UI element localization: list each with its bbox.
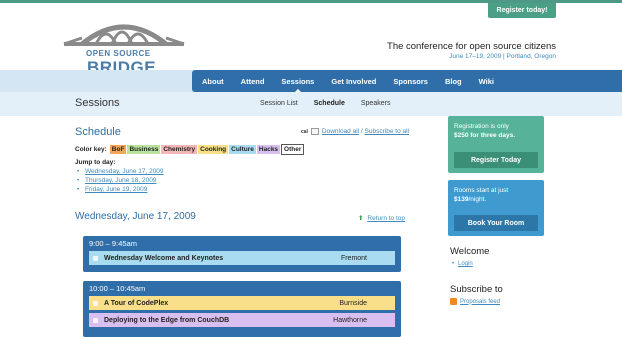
jump-to-day-label: Jump to day:	[75, 159, 116, 166]
color-key-culture: Culture	[229, 145, 256, 154]
color-key-other: Other	[281, 144, 305, 155]
color-key-bof: BoF	[109, 145, 127, 154]
ical-label: cal	[300, 129, 308, 136]
rooms-price: $139	[454, 196, 469, 203]
section-title: Sessions	[75, 97, 120, 109]
bridge-logo-icon	[63, 24, 185, 46]
section-subnav: Session List Schedule Speakers	[260, 100, 406, 107]
color-key: Color key: BoF Business Chemistry Cookin…	[75, 144, 305, 155]
jump-day-thursday[interactable]: Thursday, June 18, 2009	[77, 176, 164, 185]
nav-sessions[interactable]: Sessions	[281, 77, 314, 93]
registration-text: Registration is only $250 for three days…	[454, 122, 538, 140]
color-key-business: Business	[127, 145, 161, 154]
register-today-button[interactable]: Register Today	[454, 152, 538, 168]
registration-text-2: $250 for three days.	[454, 132, 516, 139]
subnav-schedule[interactable]: Schedule	[314, 100, 345, 107]
session-row[interactable]: A Tour of CodePlex Burnside	[89, 296, 395, 310]
session-marker-icon	[93, 317, 98, 323]
session-room: Hawthorne	[333, 316, 367, 324]
return-to-top-link[interactable]: Return to top	[367, 215, 405, 222]
return-to-top[interactable]: ⬆ Return to top	[358, 214, 405, 222]
nav-sponsors[interactable]: Sponsors	[393, 77, 428, 86]
login-link[interactable]: Login	[452, 261, 473, 267]
rooms-text: Rooms start at just $139/night.	[454, 186, 538, 204]
day-heading: Wednesday, June 17, 2009	[75, 211, 196, 222]
proposals-feed-link[interactable]: Proposals feed	[460, 299, 500, 305]
site-tagline: The conference for open source citizens	[387, 41, 556, 52]
jump-to-day-list: Wednesday, June 17, 2009 Thursday, June …	[77, 167, 164, 194]
logo-line-1: OPEN SOURCE	[86, 49, 151, 58]
calendar-icon	[310, 128, 319, 135]
session-title[interactable]: A Tour of CodePlex	[104, 300, 168, 307]
book-your-room-button[interactable]: Book Your Room	[454, 215, 538, 231]
registration-text-1: Registration is only	[454, 123, 509, 130]
color-key-hacks: Hacks	[256, 145, 281, 154]
sidebar: Registration is only $250 for three days…	[440, 116, 622, 337]
registration-promo: Registration is only $250 for three days…	[448, 116, 544, 173]
slot-time: 10:00 – 10:45am	[89, 284, 146, 293]
session-title[interactable]: Wednesday Welcome and Keynotes	[104, 255, 223, 262]
download-all-link[interactable]: Download all	[322, 128, 359, 135]
time-slot: 10:00 – 10:45am A Tour of CodePlex Burns…	[83, 281, 401, 337]
slot-time: 9:00 – 9:45am	[89, 239, 137, 248]
session-row[interactable]: Deploying to the Edge from CouchDB Hawth…	[89, 313, 395, 327]
nav-attend[interactable]: Attend	[241, 77, 265, 86]
rooms-text-2: /night.	[468, 196, 487, 203]
subscribe-all-link[interactable]: Subscribe to all	[365, 128, 409, 135]
schedule-title: Schedule	[75, 126, 121, 138]
schedule-main: Schedule cal Download all / Subscribe to …	[67, 116, 419, 337]
session-row[interactable]: Wednesday Welcome and Keynotes Fremont	[89, 251, 395, 265]
time-slot: 9:00 – 9:45am Wednesday Welcome and Keyn…	[83, 236, 401, 272]
hotel-promo: Rooms start at just $139/night. Book You…	[448, 180, 544, 236]
session-room: Burnside	[339, 299, 367, 307]
jump-day-friday[interactable]: Friday, June 19, 2009	[77, 185, 164, 194]
session-marker-icon	[93, 300, 98, 306]
ical-links: cal Download all / Subscribe to all	[301, 128, 409, 135]
session-title[interactable]: Deploying to the Edge from CouchDB	[104, 317, 229, 324]
nav-wiki[interactable]: Wiki	[479, 77, 494, 86]
main-nav: About Attend Sessions Get Involved Spons…	[192, 70, 622, 93]
session-room: Fremont	[340, 254, 367, 262]
up-arrow-icon: ⬆	[357, 215, 364, 222]
color-key-chemistry: Chemistry	[161, 145, 198, 154]
subscribe-heading: Subscribe to	[450, 284, 503, 295]
subnav-session-list[interactable]: Session List	[260, 100, 298, 107]
subnav-speakers[interactable]: Speakers	[361, 100, 391, 107]
session-marker-icon	[93, 255, 98, 261]
color-key-cooking: Cooking	[198, 145, 229, 154]
rss-icon	[450, 298, 457, 305]
nav-blog[interactable]: Blog	[445, 77, 462, 86]
ical-separator: /	[360, 128, 363, 136]
jump-day-wednesday[interactable]: Wednesday, June 17, 2009	[77, 167, 164, 176]
nav-about[interactable]: About	[202, 77, 224, 86]
welcome-heading: Welcome	[450, 246, 490, 257]
rooms-text-1: Rooms start at just	[454, 187, 509, 194]
section-subheader: Sessions Session List Schedule Speakers	[0, 92, 622, 116]
color-key-label: Color key:	[75, 146, 107, 153]
proposals-feed[interactable]: Proposals feed	[450, 298, 500, 305]
nav-get-involved[interactable]: Get Involved	[331, 77, 376, 86]
register-today-tab[interactable]: Register today!	[488, 3, 556, 18]
conference-dates: June 17–19, 2009 | Portland, Oregon	[449, 53, 556, 60]
